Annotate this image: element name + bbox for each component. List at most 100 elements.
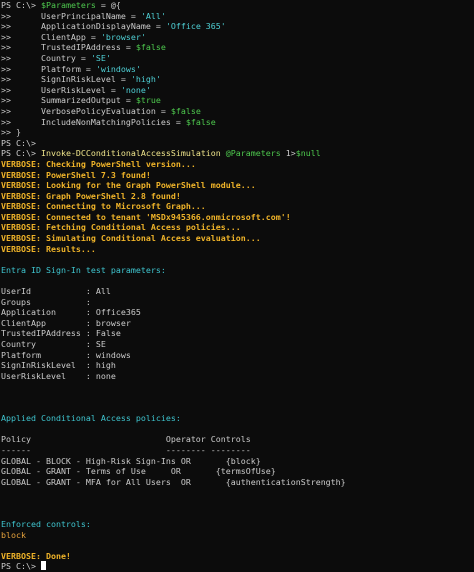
terminal-token: UserId : All <box>1 286 111 297</box>
terminal-line: Applied Conditional Access policies: <box>1 413 473 424</box>
terminal-line: VERBOSE: Simulating Conditional Access e… <box>1 233 473 244</box>
terminal-token: VERBOSE: Looking for the Graph PowerShel… <box>1 180 256 191</box>
terminal-token: >> ApplicationDisplayName = <box>1 21 166 32</box>
terminal-line: GLOBAL - BLOCK - High-Risk Sign-Ins OR {… <box>1 456 473 467</box>
terminal-token: VERBOSE: Simulating Conditional Access e… <box>1 233 261 244</box>
terminal-line: PS C:\> Invoke-DCConditionalAccessSimula… <box>1 148 473 159</box>
terminal-token: >> Platform = <box>1 63 96 74</box>
terminal-token: VERBOSE: Fetching Conditional Access pol… <box>1 222 241 233</box>
terminal-token: >> VerbosePolicyEvaluation = <box>1 105 171 116</box>
terminal-line: UserId : All <box>1 286 473 297</box>
terminal-line: >> Platform = 'windows' <box>1 64 473 75</box>
terminal-token: PS C:\> <box>1 137 36 148</box>
terminal-line: ------ -------- -------- <box>1 445 473 456</box>
terminal-token: $false <box>135 42 166 53</box>
terminal-token: ------ -------- -------- <box>1 444 251 455</box>
terminal-line: >> } <box>1 127 473 138</box>
terminal-token: $null <box>295 148 321 159</box>
terminal-line: ClientApp : browser <box>1 318 473 329</box>
terminal-token: 'All' <box>140 10 166 21</box>
terminal-token: GLOBAL - GRANT - MFA for All Users OR {a… <box>1 476 346 487</box>
terminal-token: $false <box>170 105 201 116</box>
terminal-token: GLOBAL - GRANT - Terms of Use OR {termsO… <box>1 466 276 477</box>
terminal-line: VERBOSE: Looking for the Graph PowerShel… <box>1 180 473 191</box>
terminal-line: Groups : <box>1 297 473 308</box>
terminal-token: 'browser' <box>100 31 146 42</box>
terminal-token: Invoke-DCConditionalAccessSimulation <box>40 148 221 159</box>
terminal-token: 'high' <box>130 74 161 85</box>
terminal-token: @Parameters <box>220 148 281 159</box>
terminal-line: >> ApplicationDisplayName = 'Office 365' <box>1 21 473 32</box>
terminal-token: UserRiskLevel : none <box>1 370 116 381</box>
terminal-line: VERBOSE: Checking PowerShell version... <box>1 159 473 170</box>
terminal-line: UserRiskLevel : none <box>1 371 473 382</box>
terminal-token: 'none' <box>120 84 151 95</box>
terminal-line: >> SummarizedOutput = $true <box>1 95 473 106</box>
terminal-token: = @{ <box>95 0 121 10</box>
terminal-token: VERBOSE: Connecting to Microsoft Graph..… <box>1 201 206 212</box>
terminal-line: block <box>1 530 473 541</box>
terminal-line: VERBOSE: Connected to tenant 'MSDx945366… <box>1 212 473 223</box>
terminal-token: >> IncludeNonMatchingPolicies = <box>1 116 186 127</box>
terminal-line: >> TrustedIPAddress = $false <box>1 42 473 53</box>
terminal-token: TrustedIPAddress : False <box>1 328 121 339</box>
terminal-line: VERBOSE: Results... <box>1 244 473 255</box>
terminal-token: $false <box>185 116 216 127</box>
terminal-token: VERBOSE: PowerShell 7.3 found! <box>1 169 151 180</box>
terminal-line: >> UserPrincipalName = 'All' <box>1 11 473 22</box>
terminal-token: Enforced controls: <box>1 519 91 530</box>
terminal-token: VERBOSE: Results... <box>1 243 96 254</box>
terminal-token: 'windows' <box>95 63 141 74</box>
terminal-line: >> UserRiskLevel = 'none' <box>1 85 473 96</box>
terminal-token: >> SignInRiskLevel = <box>1 74 131 85</box>
terminal-output[interactable]: PS C:\> $Parameters = @{>> UserPrincipal… <box>1 0 473 572</box>
terminal-token: VERBOSE: Checking PowerShell version... <box>1 158 196 169</box>
terminal-token: 'Office 365' <box>165 21 226 32</box>
text-cursor <box>40 561 46 571</box>
terminal-token: Country : SE <box>1 339 106 349</box>
terminal-line: VERBOSE: Graph PowerShell 2.8 found! <box>1 191 473 202</box>
terminal-line: Platform : windows <box>1 350 473 361</box>
terminal-token: Applied Conditional Access policies: <box>1 413 181 424</box>
terminal-line: GLOBAL - GRANT - Terms of Use OR {termsO… <box>1 466 473 477</box>
terminal-token: VERBOSE: Done! <box>1 550 71 561</box>
terminal-token: $Parameters <box>40 0 96 10</box>
terminal-token: VERBOSE: Graph PowerShell 2.8 found! <box>1 190 181 201</box>
terminal-line: PS C:\> <box>1 561 473 572</box>
terminal-token: >> UserPrincipalName = <box>1 10 141 21</box>
terminal-token: SignInRiskLevel : high <box>1 360 116 371</box>
terminal-line: Policy Operator Controls <box>1 434 473 445</box>
terminal-token: $true <box>135 95 161 106</box>
terminal-token: Groups : <box>1 296 91 307</box>
terminal-line: PS C:\> $Parameters = @{ <box>1 0 473 11</box>
terminal-line: >> Country = 'SE' <box>1 53 473 64</box>
terminal-line: >> SignInRiskLevel = 'high' <box>1 74 473 85</box>
terminal-line: VERBOSE: Fetching Conditional Access pol… <box>1 222 473 233</box>
terminal-line: SignInRiskLevel : high <box>1 360 473 371</box>
terminal-token: Policy Operator Controls <box>1 434 251 445</box>
terminal-token: >> UserRiskLevel = <box>1 84 121 95</box>
terminal-token: Entra ID Sign-In test parameters: <box>1 264 166 275</box>
terminal-line: PS C:\> <box>1 138 473 149</box>
terminal-line: >> ClientApp = 'browser' <box>1 32 473 43</box>
terminal-line: VERBOSE: PowerShell 7.3 found! <box>1 170 473 181</box>
terminal-token: block <box>1 529 26 540</box>
terminal-token: PS C:\> <box>1 0 41 10</box>
terminal-line: Country : SE <box>1 339 473 350</box>
terminal-line: Entra ID Sign-In test parameters: <box>1 265 473 276</box>
terminal-line: Enforced controls: <box>1 519 473 530</box>
terminal-line: GLOBAL - GRANT - MFA for All Users OR {a… <box>1 477 473 488</box>
terminal-line: VERBOSE: Done! <box>1 551 473 562</box>
terminal-token: >> ClientApp = <box>1 31 101 42</box>
terminal-token: PS C:\> <box>1 148 41 159</box>
